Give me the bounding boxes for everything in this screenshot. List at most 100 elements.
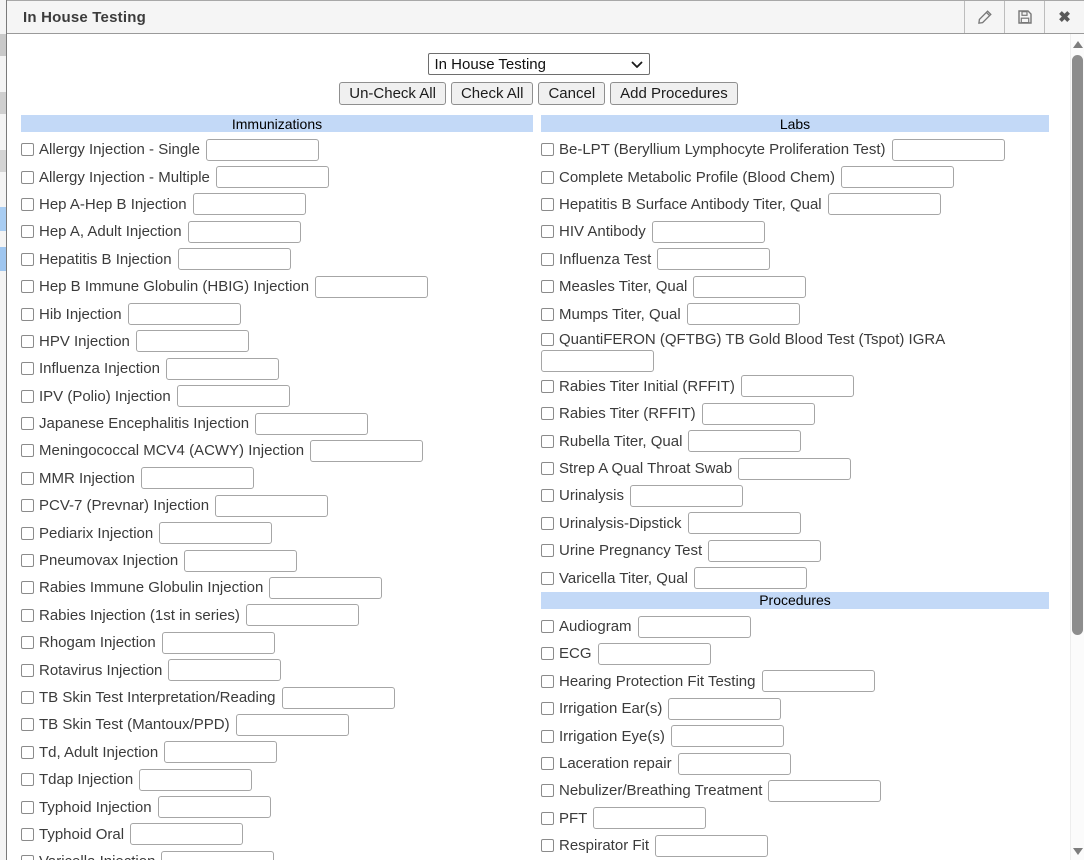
item-text-input[interactable] <box>762 670 875 692</box>
item-text-input[interactable] <box>159 522 272 544</box>
item-checkbox[interactable] <box>21 335 34 348</box>
item-checkbox[interactable] <box>21 444 34 457</box>
item-checkbox[interactable] <box>541 143 554 156</box>
item-checkbox[interactable] <box>541 253 554 266</box>
item-checkbox[interactable] <box>21 801 34 814</box>
category-select[interactable]: In House Testing <box>428 53 650 75</box>
item-checkbox[interactable] <box>541 839 554 852</box>
item-text-input[interactable] <box>215 495 328 517</box>
item-checkbox[interactable] <box>541 620 554 633</box>
item-checkbox[interactable] <box>21 472 34 485</box>
item-checkbox[interactable] <box>541 757 554 770</box>
item-text-input[interactable] <box>768 780 881 802</box>
item-checkbox[interactable] <box>21 581 34 594</box>
item-text-input[interactable] <box>655 835 768 857</box>
item-checkbox[interactable] <box>541 572 554 585</box>
add-procedures-button[interactable]: Add Procedures <box>610 82 738 105</box>
item-text-input[interactable] <box>892 139 1005 161</box>
item-checkbox[interactable] <box>21 636 34 649</box>
item-text-input[interactable] <box>216 166 329 188</box>
item-text-input[interactable] <box>139 769 252 791</box>
item-text-input[interactable] <box>657 248 770 270</box>
item-checkbox[interactable] <box>541 308 554 321</box>
item-checkbox[interactable] <box>541 675 554 688</box>
item-text-input[interactable] <box>193 193 306 215</box>
item-checkbox[interactable] <box>21 390 34 403</box>
item-text-input[interactable] <box>678 753 791 775</box>
item-checkbox[interactable] <box>21 828 34 841</box>
item-text-input[interactable] <box>206 139 319 161</box>
item-checkbox[interactable] <box>541 489 554 502</box>
item-checkbox[interactable] <box>21 225 34 238</box>
item-text-input[interactable] <box>688 512 801 534</box>
item-checkbox[interactable] <box>21 664 34 677</box>
item-text-input[interactable] <box>693 276 806 298</box>
item-text-input[interactable] <box>158 796 271 818</box>
item-checkbox[interactable] <box>541 730 554 743</box>
item-checkbox[interactable] <box>21 746 34 759</box>
item-text-input[interactable] <box>128 303 241 325</box>
item-text-input[interactable] <box>255 413 368 435</box>
item-checkbox[interactable] <box>21 691 34 704</box>
item-checkbox[interactable] <box>541 544 554 557</box>
item-text-input[interactable] <box>188 221 301 243</box>
item-checkbox[interactable] <box>21 855 34 860</box>
item-text-input[interactable] <box>162 632 275 654</box>
item-checkbox[interactable] <box>541 198 554 211</box>
close-button[interactable]: ✖ <box>1044 1 1084 33</box>
item-checkbox[interactable] <box>21 527 34 540</box>
item-text-input[interactable] <box>541 350 654 372</box>
uncheck-all-button[interactable]: Un-Check All <box>339 82 446 105</box>
item-text-input[interactable] <box>741 375 854 397</box>
item-checkbox[interactable] <box>541 171 554 184</box>
item-text-input[interactable] <box>130 823 243 845</box>
item-text-input[interactable] <box>841 166 954 188</box>
item-text-input[interactable] <box>310 440 423 462</box>
item-checkbox[interactable] <box>541 812 554 825</box>
item-text-input[interactable] <box>593 807 706 829</box>
item-checkbox[interactable] <box>541 702 554 715</box>
item-text-input[interactable] <box>177 385 290 407</box>
item-checkbox[interactable] <box>21 609 34 622</box>
item-text-input[interactable] <box>269 577 382 599</box>
item-checkbox[interactable] <box>21 773 34 786</box>
vertical-scrollbar[interactable] <box>1070 34 1084 860</box>
save-button[interactable] <box>1004 1 1044 33</box>
scrollbar-thumb[interactable] <box>1072 55 1083 635</box>
item-text-input[interactable] <box>136 330 249 352</box>
item-checkbox[interactable] <box>541 435 554 448</box>
item-checkbox[interactable] <box>541 225 554 238</box>
item-checkbox[interactable] <box>541 517 554 530</box>
item-checkbox[interactable] <box>21 198 34 211</box>
item-checkbox[interactable] <box>541 333 554 346</box>
item-checkbox[interactable] <box>21 499 34 512</box>
item-text-input[interactable] <box>246 604 359 626</box>
cancel-button[interactable]: Cancel <box>538 82 605 105</box>
item-checkbox[interactable] <box>21 718 34 731</box>
item-text-input[interactable] <box>694 567 807 589</box>
item-text-input[interactable] <box>652 221 765 243</box>
item-text-input[interactable] <box>687 303 800 325</box>
item-text-input[interactable] <box>282 687 395 709</box>
item-checkbox[interactable] <box>21 417 34 430</box>
item-text-input[interactable] <box>708 540 821 562</box>
item-text-input[interactable] <box>598 643 711 665</box>
item-text-input[interactable] <box>178 248 291 270</box>
item-checkbox[interactable] <box>541 280 554 293</box>
item-checkbox[interactable] <box>21 171 34 184</box>
item-text-input[interactable] <box>164 741 277 763</box>
item-checkbox[interactable] <box>541 784 554 797</box>
check-all-button[interactable]: Check All <box>451 82 534 105</box>
item-text-input[interactable] <box>141 467 254 489</box>
item-checkbox[interactable] <box>541 380 554 393</box>
item-text-input[interactable] <box>828 193 941 215</box>
item-text-input[interactable] <box>166 358 279 380</box>
scroll-up-arrow-icon[interactable] <box>1073 41 1083 48</box>
scroll-down-arrow-icon[interactable] <box>1073 848 1083 855</box>
item-text-input[interactable] <box>630 485 743 507</box>
item-checkbox[interactable] <box>21 308 34 321</box>
item-text-input[interactable] <box>688 430 801 452</box>
item-text-input[interactable] <box>184 550 297 572</box>
edit-pencil-button[interactable] <box>964 1 1004 33</box>
item-text-input[interactable] <box>671 725 784 747</box>
